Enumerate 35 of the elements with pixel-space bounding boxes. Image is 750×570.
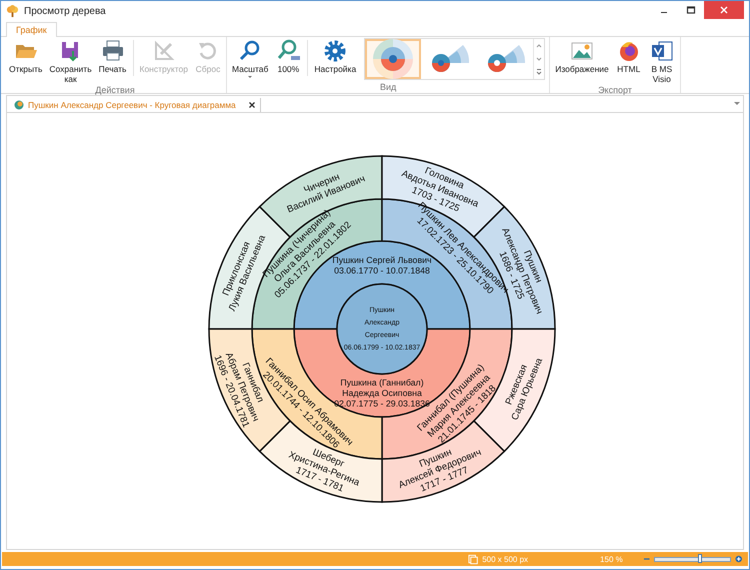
zoom-in-icon[interactable]: [734, 555, 742, 563]
zoom-slider[interactable]: [654, 556, 731, 562]
ribbon-button[interactable]: В MS Visio: [646, 37, 678, 85]
maximize-icon: [686, 5, 696, 15]
close-icon: [719, 5, 729, 15]
tree-icon: [14, 100, 24, 110]
minimize-icon: [660, 12, 666, 14]
scroll-up-icon[interactable]: [535, 42, 544, 50]
group-label: Вид: [380, 82, 396, 93]
ribbon-button[interactable]: Настройка: [311, 37, 360, 75]
close-icon[interactable]: [248, 101, 256, 109]
group-label: Экспорт: [598, 85, 632, 96]
scroll-down-icon[interactable]: [535, 54, 544, 63]
ribbon-button[interactable]: 100%: [272, 37, 304, 75]
ribbon-button[interactable]: Масштаб: [228, 37, 272, 80]
ribbon-button[interactable]: Сохранить как: [46, 37, 95, 85]
zoom-level: 150 %: [600, 554, 623, 564]
sector-label: Пушкина (Ганнибал): [340, 378, 424, 388]
page-size: 500 x 500 px: [482, 554, 528, 564]
ribbon-button[interactable]: HTML: [612, 37, 645, 75]
chart-style-option[interactable]: [365, 39, 422, 79]
caret-icon[interactable]: [734, 102, 740, 106]
ribbon-button[interactable]: Открыть: [6, 37, 46, 75]
close-button[interactable]: [704, 1, 744, 19]
app-icon: [6, 5, 19, 18]
sector-label: Надежда Осиповна: [342, 388, 422, 398]
ribbon-button[interactable]: Печать: [96, 37, 130, 75]
settings-icon: [322, 38, 348, 64]
sector-label: 03.06.1770 - 10.07.1848: [334, 265, 430, 276]
ribbon-button[interactable]: Изображение: [552, 37, 612, 75]
expand-gallery-icon[interactable]: [535, 68, 544, 76]
slider-thumb[interactable]: [698, 554, 702, 562]
window-title: Просмотр дерева: [24, 6, 106, 17]
group-label: Действия: [95, 85, 135, 96]
caret-icon[interactable]: [247, 75, 254, 79]
